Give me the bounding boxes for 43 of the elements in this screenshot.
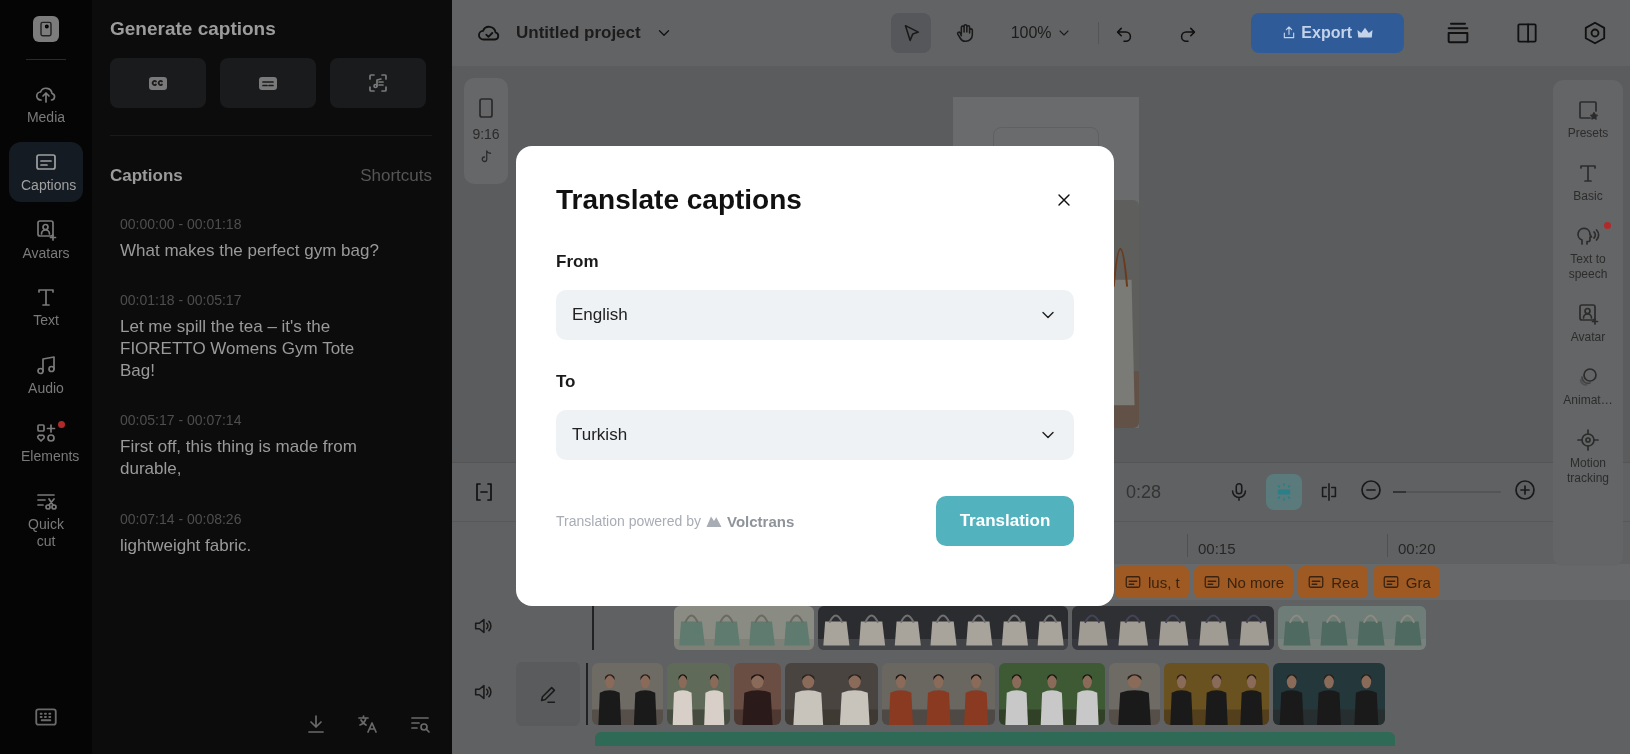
- sidebar-item[interactable]: Elements: [9, 413, 83, 473]
- caption-clip[interactable]: lus, t: [1115, 566, 1189, 598]
- sidebar-item[interactable]: Audio: [9, 345, 83, 405]
- caption-time: 00:00:00 - 00:01:18: [120, 216, 243, 232]
- powered-by-text: Translation powered by: [556, 513, 701, 529]
- section-heading: Captions: [110, 166, 183, 186]
- source-language-select[interactable]: English: [556, 290, 1074, 340]
- zoom-dropdown[interactable]: 100%: [998, 24, 1084, 42]
- field-label: To: [556, 372, 577, 392]
- property-tab[interactable]: Animat…: [1553, 359, 1623, 414]
- aspect-ratio-label: 9:16: [472, 126, 500, 142]
- shortcuts-link[interactable]: Shortcuts: [360, 166, 432, 186]
- dialog-title: Translate captions: [556, 184, 802, 216]
- export-button[interactable]: Export: [1251, 13, 1404, 53]
- caption-clip[interactable]: Rea: [1298, 566, 1368, 598]
- target-language-select[interactable]: Turkish: [556, 410, 1074, 460]
- sidebar-item[interactable]: Text: [9, 277, 83, 338]
- aspect-ratio-card[interactable]: 9:16: [464, 78, 508, 184]
- ruler-label: 00:20: [1387, 534, 1436, 557]
- sidebar-item[interactable]: Captions: [9, 141, 83, 202]
- brand-name: Volctrans: [727, 512, 795, 530]
- caption-text[interactable]: lightweight fabric.: [120, 534, 390, 557]
- sidebar-item[interactable]: Media: [9, 74, 83, 134]
- sidebar-item[interactable]: Avatars: [9, 209, 83, 270]
- project-title[interactable]: Untitled project: [516, 23, 641, 43]
- field-label: From: [556, 252, 600, 272]
- caption-text[interactable]: What makes the perfect gym bag?: [120, 240, 390, 263]
- ruler-label: 00:15: [1187, 534, 1236, 557]
- property-tab[interactable]: Text to speech: [1553, 218, 1623, 288]
- translation-button[interactable]: Translation: [936, 496, 1074, 546]
- caption-clip[interactable]: No more: [1193, 566, 1294, 598]
- sidebar-item[interactable]: Quick cut: [9, 480, 83, 558]
- panel-title: Generate captions: [110, 18, 277, 40]
- caption-time: 00:01:18 - 00:05:17: [120, 292, 243, 309]
- caption-text[interactable]: Let me spill the tea – it's the FIORETTO Womens Gym Tote Bag!: [120, 316, 390, 383]
- property-tab[interactable]: Motion tracking: [1553, 422, 1623, 492]
- property-tab[interactable]: Basic: [1553, 155, 1623, 210]
- property-tab[interactable]: Avatar: [1553, 296, 1623, 351]
- caption-time: 00:07:14 - 00:08:26: [120, 510, 243, 527]
- caption-text[interactable]: First off, this thing is made from durable,: [120, 436, 390, 481]
- caption-clip[interactable]: Gra: [1372, 566, 1440, 598]
- caption-time: 00:05:17 - 00:07:14: [120, 412, 243, 429]
- property-tab[interactable]: Presets: [1553, 92, 1623, 147]
